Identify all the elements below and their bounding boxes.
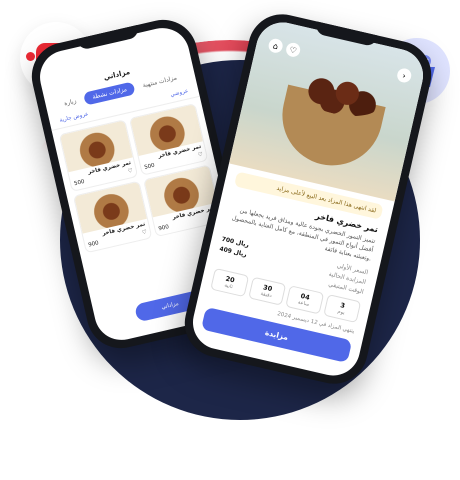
subtab-current-offers[interactable]: عروض جارية: [59, 111, 89, 124]
heart-icon[interactable]: ♡: [127, 168, 133, 175]
back-icon[interactable]: ›: [395, 67, 413, 84]
product-price: 900: [157, 224, 170, 233]
countdown-minutes: 30 دقيقة: [247, 276, 287, 306]
product-card[interactable]: تمر خضري فاخر 500 ♡: [128, 102, 209, 176]
heart-icon: [26, 52, 35, 61]
product-card[interactable]: تمر خضري فاخر 900♡: [72, 180, 153, 254]
home-icon[interactable]: ⌂: [267, 37, 285, 55]
heart-icon[interactable]: ♡: [284, 41, 302, 59]
product-price: 500: [143, 162, 156, 171]
nav-label: مزاداتي: [160, 300, 180, 311]
heart-icon[interactable]: ♡: [141, 229, 147, 236]
product-price: 900: [87, 240, 100, 249]
product-price: 500: [73, 178, 86, 188]
heart-icon[interactable]: ♡: [197, 152, 203, 159]
subtab-my-offers[interactable]: عروضي: [170, 88, 189, 98]
countdown-seconds: 20 ثانية: [210, 267, 249, 298]
product-card[interactable]: تمر خضري فاخر 500 ♡: [58, 119, 139, 192]
countdown-days: 3 يوم: [322, 293, 362, 324]
countdown-hours: 04 ساعة: [285, 285, 324, 315]
